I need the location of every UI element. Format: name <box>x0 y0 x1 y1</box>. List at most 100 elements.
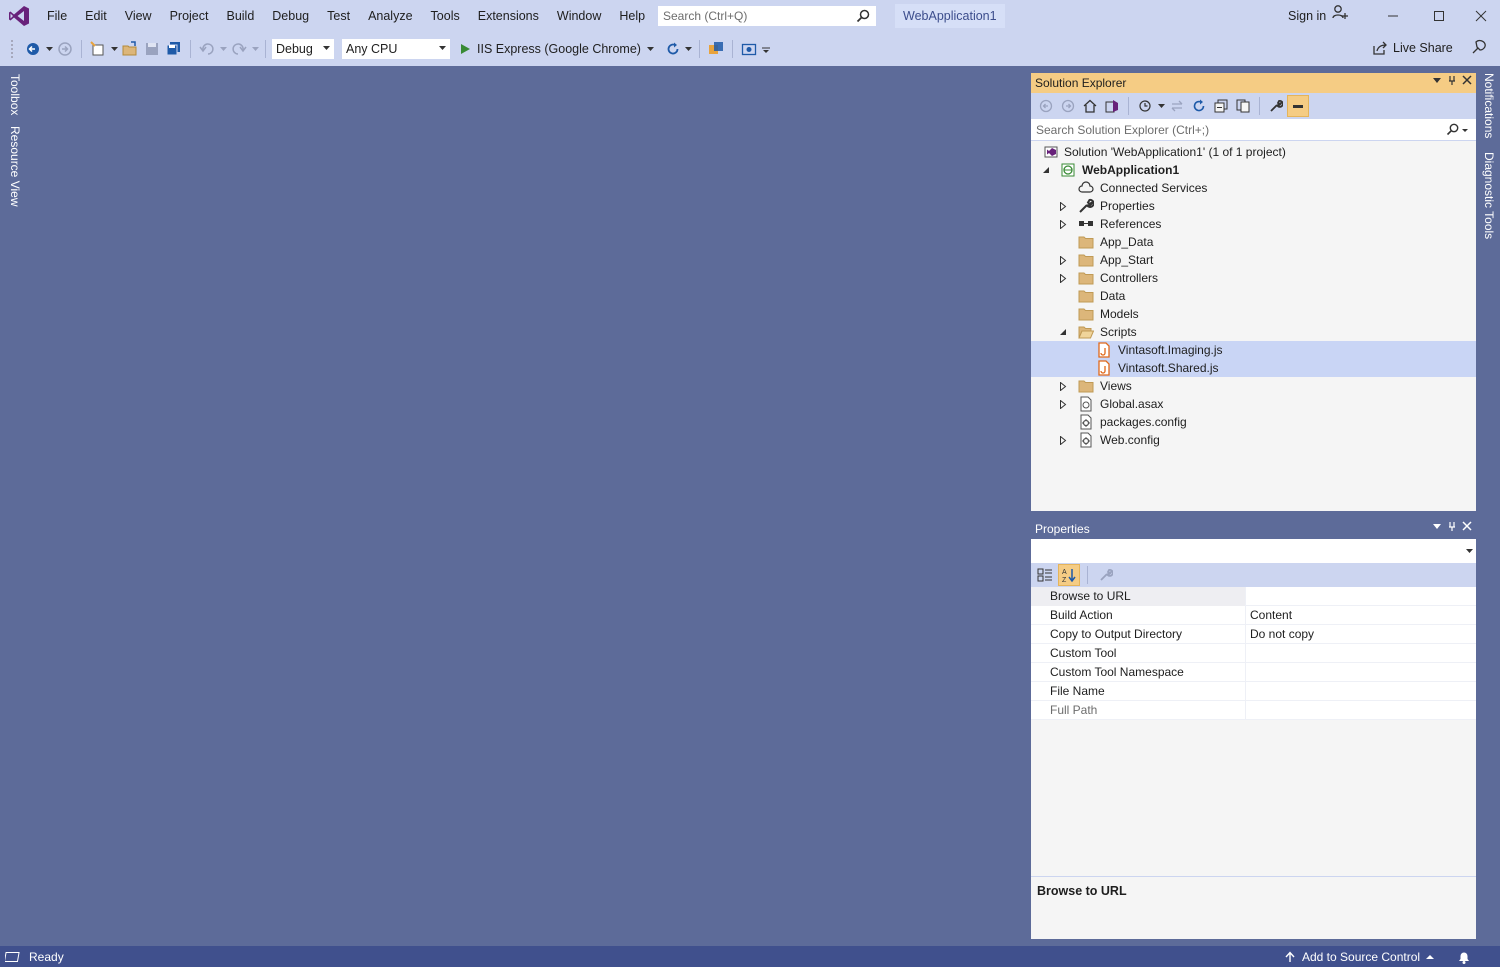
menu-view[interactable]: View <box>116 0 161 32</box>
property-row[interactable]: Build Action Content <box>1031 605 1476 625</box>
tree-item[interactable]: App_Start <box>1031 251 1476 269</box>
preview-selected-items-icon[interactable] <box>1287 95 1309 117</box>
refresh-browser-icon[interactable] <box>662 38 684 60</box>
minimize-button[interactable] <box>1370 0 1416 32</box>
menu-tools[interactable]: Tools <box>422 0 469 32</box>
toolbox-tab[interactable]: Toolbox <box>8 74 22 115</box>
property-value[interactable]: Do not copy <box>1246 625 1314 644</box>
solution-platform-dropdown[interactable]: Any CPU <box>341 38 451 60</box>
undo-icon[interactable] <box>196 38 218 60</box>
back-dropdown-icon[interactable] <box>44 38 54 60</box>
collapsed-arrow-icon[interactable] <box>1058 435 1068 445</box>
diagnostic-tools-tab[interactable]: Diagnostic Tools <box>1482 152 1496 239</box>
categorized-icon[interactable] <box>1034 564 1056 586</box>
tree-item[interactable]: Connected Services <box>1031 179 1476 197</box>
pin-icon[interactable] <box>1447 521 1457 531</box>
property-value[interactable] <box>1246 701 1250 720</box>
show-all-files-icon[interactable] <box>1232 95 1254 117</box>
output-icon[interactable] <box>5 950 21 964</box>
menu-edit[interactable]: Edit <box>76 0 116 32</box>
save-all-icon[interactable] <box>163 38 185 60</box>
property-value[interactable]: Content <box>1246 606 1292 625</box>
property-value[interactable] <box>1246 587 1250 606</box>
menu-help[interactable]: Help <box>610 0 654 32</box>
tree-item[interactable]: WebApplication1 <box>1031 161 1476 179</box>
start-debugging-button[interactable]: IIS Express (Google Chrome) <box>459 38 654 60</box>
tree-item[interactable]: References <box>1031 215 1476 233</box>
property-value[interactable] <box>1246 644 1250 663</box>
collapsed-arrow-icon[interactable] <box>1058 381 1068 391</box>
toolbar-grip[interactable] <box>10 39 14 59</box>
properties-wrench-icon[interactable] <box>1265 95 1287 117</box>
menu-test[interactable]: Test <box>318 0 359 32</box>
collapsed-arrow-icon[interactable] <box>1058 219 1068 229</box>
object-selector-dropdown[interactable] <box>1031 539 1476 563</box>
collapsed-arrow-icon[interactable] <box>1058 255 1068 265</box>
tree-item[interactable]: Models <box>1031 305 1476 323</box>
expanded-arrow-icon[interactable] <box>1058 327 1068 337</box>
tree-item[interactable]: Controllers <box>1031 269 1476 287</box>
property-pages-wrench-icon[interactable] <box>1095 564 1117 586</box>
maximize-button[interactable] <box>1416 0 1462 32</box>
resource-view-tab[interactable]: Resource View <box>8 126 22 206</box>
visual-studio-logo-icon[interactable] <box>0 0 38 32</box>
notifications-tab[interactable]: Notifications <box>1482 73 1496 138</box>
property-value[interactable] <box>1246 682 1250 701</box>
collapsed-arrow-icon[interactable] <box>1058 399 1068 409</box>
menu-build[interactable]: Build <box>217 0 263 32</box>
solution-explorer-header[interactable]: Solution Explorer <box>1031 73 1476 93</box>
forward-icon[interactable] <box>1057 95 1079 117</box>
refresh-dropdown-icon[interactable] <box>684 38 694 60</box>
open-file-icon[interactable] <box>119 38 141 60</box>
tree-item[interactable]: Web.config <box>1031 431 1476 449</box>
expanded-arrow-icon[interactable] <box>1041 165 1051 175</box>
menu-project[interactable]: Project <box>161 0 218 32</box>
property-row[interactable]: Browse to URL <box>1031 586 1476 606</box>
undo-dropdown-icon[interactable] <box>218 38 228 60</box>
redo-icon[interactable] <box>228 38 250 60</box>
sign-in-button[interactable]: Sign in <box>1288 0 1349 32</box>
solution-name-badge[interactable]: WebApplication1 <box>895 4 1005 28</box>
notifications-bell-icon[interactable] <box>1456 949 1472 967</box>
collapsed-arrow-icon[interactable] <box>1058 201 1068 211</box>
editor-area[interactable] <box>30 66 1025 946</box>
switch-views-icon[interactable] <box>1101 95 1123 117</box>
menu-extensions[interactable]: Extensions <box>469 0 548 32</box>
save-icon[interactable] <box>141 38 163 60</box>
new-project-icon[interactable] <box>87 38 109 60</box>
navigate-forward-icon[interactable] <box>54 38 76 60</box>
close-button[interactable] <box>1462 0 1500 32</box>
close-panel-icon[interactable] <box>1462 521 1472 531</box>
property-value[interactable] <box>1246 663 1250 682</box>
tree-item[interactable]: Scripts <box>1031 323 1476 341</box>
tree-item[interactable]: packages.config <box>1031 413 1476 431</box>
menu-debug[interactable]: Debug <box>263 0 318 32</box>
live-share-button[interactable]: Live Share <box>1372 32 1453 64</box>
solution-configuration-dropdown[interactable]: Debug <box>271 38 335 60</box>
tree-item[interactable]: Data <box>1031 287 1476 305</box>
pin-icon[interactable] <box>1447 75 1457 85</box>
menu-file[interactable]: File <box>38 0 76 32</box>
tree-item[interactable]: Vintasoft.Shared.js <box>1031 359 1476 377</box>
tree-item[interactable]: App_Data <box>1031 233 1476 251</box>
tree-item[interactable]: Properties <box>1031 197 1476 215</box>
feedback-icon[interactable] <box>1470 38 1488 59</box>
add-to-source-control-button[interactable]: Add to Source Control <box>1284 946 1435 967</box>
home-icon[interactable] <box>1079 95 1101 117</box>
menu-analyze[interactable]: Analyze <box>359 0 421 32</box>
toolbar-overflow-icon[interactable] <box>760 38 772 60</box>
menu-window[interactable]: Window <box>548 0 610 32</box>
close-panel-icon[interactable] <box>1462 75 1472 85</box>
property-row[interactable]: Full Path <box>1031 700 1476 720</box>
tree-item[interactable]: Vintasoft.Imaging.js <box>1031 341 1476 359</box>
refresh-icon[interactable] <box>1188 95 1210 117</box>
pending-changes-filter-icon[interactable] <box>1134 95 1156 117</box>
property-row[interactable]: Copy to Output Directory Do not copy <box>1031 624 1476 644</box>
tree-item[interactable]: Views <box>1031 377 1476 395</box>
property-row[interactable]: Custom Tool Namespace <box>1031 662 1476 682</box>
collapse-all-icon[interactable] <box>1210 95 1232 117</box>
window-position-dropdown-icon[interactable] <box>1432 75 1442 85</box>
back-icon[interactable] <box>1035 95 1057 117</box>
screenshot-icon[interactable] <box>738 38 760 60</box>
collapsed-arrow-icon[interactable] <box>1058 273 1068 283</box>
